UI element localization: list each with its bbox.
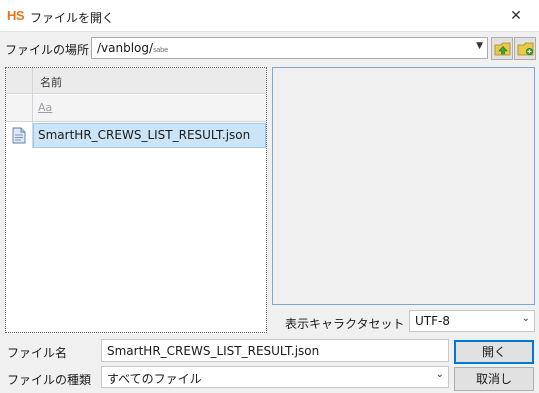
filename-value: SmartHR_CREWS_LIST_RESULT.json [107,344,320,358]
window-title: ファイルを開く [30,11,115,25]
encoding-select[interactable]: UTF-8 ⌄ [409,310,535,332]
close-button[interactable]: ✕ [493,0,539,32]
title-bar: HS ファイルを開く ✕ [0,0,539,32]
location-path-tail: sabe [153,46,168,54]
filter-text-icon[interactable]: Aa [38,101,52,114]
chevron-down-icon[interactable]: ⌄ [436,369,444,380]
filetype-label: ファイルの種類 [7,373,92,387]
name-column-header[interactable]: 名前 [40,74,62,90]
chevron-down-icon[interactable]: ▼ [476,41,483,51]
folder-up-button[interactable] [491,37,513,60]
filter-row: Aa [6,95,266,122]
preview-pane [272,67,535,305]
open-button[interactable]: 開く [454,340,534,364]
chevron-down-icon[interactable]: ⌄ [522,313,530,324]
file-row[interactable]: SmartHR_CREWS_LIST_RESULT.json [6,123,266,148]
document-icon [11,127,27,147]
app-logo: HS [7,8,25,23]
file-list[interactable]: 名前 Aa SmartHR_CREWS_LIST_RESULT.json [5,67,267,333]
filetype-value: すべてのファイル [107,372,202,386]
filename-label: ファイル名 [7,346,68,360]
list-header: 名前 [6,68,266,94]
encoding-value: UTF-8 [415,314,450,328]
filetype-select[interactable]: すべてのファイル ⌄ [101,366,449,388]
encoding-label: 表示キャラクタセット [285,317,405,331]
new-folder-icon [517,42,534,56]
filename-input[interactable]: SmartHR_CREWS_LIST_RESULT.json [101,339,449,362]
location-combo[interactable]: /vanblog/sabe ▼ [91,37,488,59]
location-label: ファイルの場所 [5,43,90,57]
folder-up-icon [494,42,511,56]
cancel-button[interactable]: 取消し [454,367,534,391]
new-folder-button[interactable] [514,37,536,60]
file-name: SmartHR_CREWS_LIST_RESULT.json [38,128,251,142]
location-path: /vanblog/sabe [97,41,168,55]
